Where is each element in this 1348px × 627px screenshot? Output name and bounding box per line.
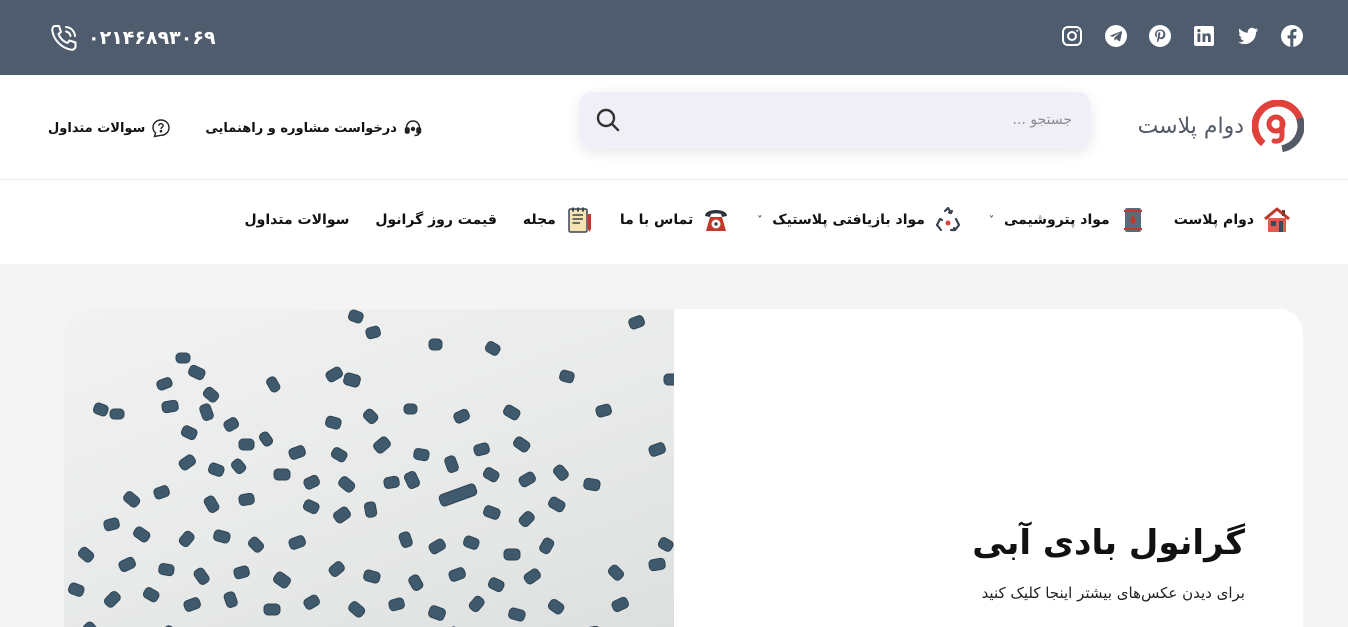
nav-item-petrochemical-label: مواد پتروشیمی: [1003, 212, 1110, 228]
chevron-down-icon: ˅: [757, 214, 763, 226]
header-links: سوالات متداول درخواست مشاوره و راهنمایی: [48, 118, 423, 138]
twitter-icon[interactable]: [1236, 24, 1260, 48]
search-icon[interactable]: [594, 106, 622, 134]
nav-item-granule-price-label: قیمت روز گرانول: [375, 212, 497, 228]
main-nav: دوام پلاست مواد پتروشیمی ˅ مواد بازیافتی…: [0, 180, 1348, 264]
notepad-icon: [564, 205, 594, 235]
site-header: دوام پلاست سوالات متداول درخوا: [0, 75, 1348, 180]
logo-text: دوام پلاست: [1137, 113, 1244, 139]
nav-item-petrochemical[interactable]: مواد پتروشیمی ˅: [989, 205, 1148, 235]
nav-item-contact-label: تماس با ما: [619, 212, 694, 228]
nav-item-contact[interactable]: تماس با ما: [620, 205, 731, 235]
telephone-icon: [701, 205, 731, 235]
search-box: [580, 92, 1090, 148]
nav-item-magazine[interactable]: مجله: [523, 205, 594, 235]
nav-item-recycled-label: مواد بازیافتی پلاستیک: [772, 212, 925, 228]
headset-icon: [404, 120, 422, 137]
barrel-icon: [1118, 205, 1148, 235]
facebook-icon[interactable]: [1280, 24, 1304, 48]
phone-contact[interactable]: ۰۲۱۴۶۸۹۳۰۶۹: [48, 22, 216, 54]
nav-item-faq[interactable]: سوالات متداول: [245, 212, 350, 228]
pinterest-icon[interactable]: [1148, 24, 1172, 48]
nav-item-home[interactable]: دوام پلاست: [1174, 205, 1292, 235]
instagram-icon[interactable]: [1060, 24, 1084, 48]
linkedin-icon[interactable]: [1192, 24, 1216, 48]
phone-icon: [51, 25, 77, 51]
nav-item-granule-price[interactable]: قیمت روز گرانول: [375, 212, 497, 228]
telegram-icon[interactable]: [1104, 24, 1128, 48]
brand-logo-icon: [1252, 100, 1304, 152]
nav-item-magazine-label: مجله: [522, 212, 556, 228]
house-icon: [1262, 205, 1292, 235]
product-card: گرانول بادی آبی برای دیدن عکس‌های بیشتر …: [64, 309, 1303, 627]
site-logo[interactable]: دوام پلاست: [1138, 100, 1304, 152]
recycle-icon: [933, 205, 963, 235]
product-title: گرانول بادی آبی: [972, 523, 1245, 563]
product-image[interactable]: [64, 309, 679, 627]
more-photos-link[interactable]: برای دیدن عکس‌های بیشتر اینجا کلیک کنید: [982, 584, 1245, 602]
consult-request-label: درخواست مشاوره و راهنمایی: [205, 120, 397, 136]
top-bar: ۰۲۱۴۶۸۹۳۰۶۹: [0, 0, 1348, 75]
chevron-down-icon: ˅: [988, 214, 994, 226]
consult-request-link[interactable]: درخواست مشاوره و راهنمایی: [205, 118, 423, 138]
nav-menu: دوام پلاست مواد پتروشیمی ˅ مواد بازیافتی…: [245, 200, 1292, 240]
phone-number: ۰۲۱۴۶۸۹۳۰۶۹: [88, 27, 216, 49]
faq-link-label: سوالات متداول: [48, 120, 146, 136]
social-links: [1060, 24, 1304, 48]
search-input[interactable]: [652, 92, 1072, 148]
nav-item-faq-label: سوالات متداول: [244, 212, 350, 228]
faq-link[interactable]: سوالات متداول: [48, 118, 171, 138]
granules-photo: [67, 309, 679, 627]
nav-item-recycled[interactable]: مواد بازیافتی پلاستیک ˅: [757, 205, 963, 235]
question-icon: [152, 119, 171, 138]
nav-item-home-label: دوام پلاست: [1173, 212, 1254, 228]
